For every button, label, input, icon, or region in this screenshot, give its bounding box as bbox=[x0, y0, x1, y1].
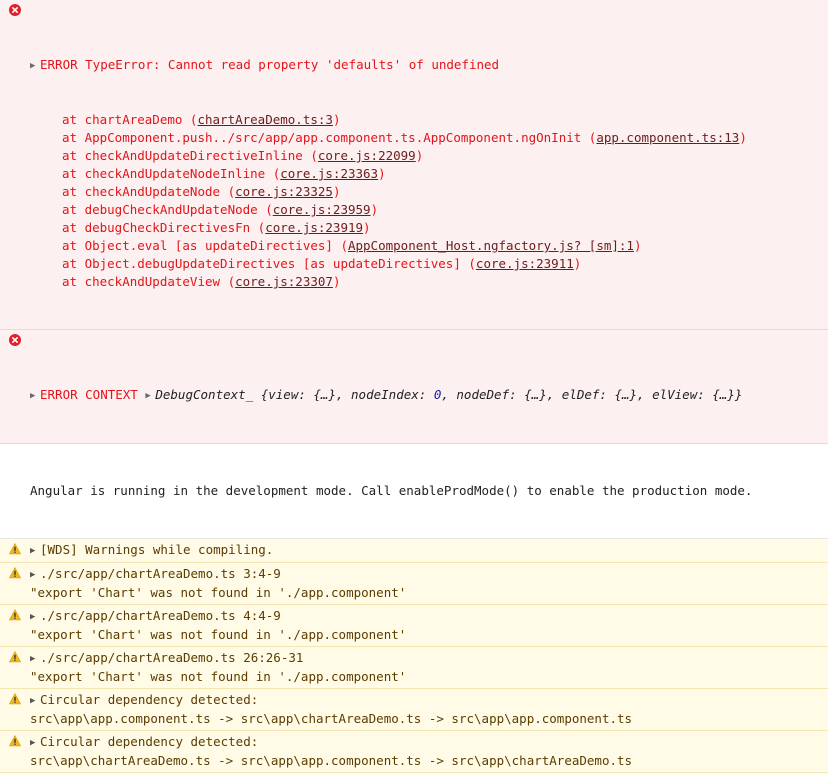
stack-frame-close: ) bbox=[573, 256, 582, 271]
stack-frame-close: ) bbox=[378, 166, 386, 181]
stack-frame-source-link[interactable]: AppComponent_Host.ngfactory.js? [sm]:1 bbox=[348, 238, 634, 253]
warning-title: [WDS] Warnings while compiling. bbox=[40, 542, 274, 557]
expand-triangle-icon[interactable]: ▶ bbox=[145, 387, 155, 405]
warning-title: Circular dependency detected: bbox=[40, 692, 259, 707]
warning-message[interactable]: ▶ ./src/app/chartAreaDemo.ts 26:26-31 "exp… bbox=[0, 647, 828, 689]
stack-frame-text: at checkAndUpdateNodeInline ( bbox=[62, 166, 281, 181]
error-message-context[interactable]: ▶ ERROR CONTEXT ▶ DebugContext_ {view: {…}… bbox=[0, 330, 828, 444]
warnings-list: ▶ [WDS] Warnings while compiling. ▶ ./src/a… bbox=[0, 539, 828, 773]
stack-frame: at Object.debugUpdateDirectives [as upda… bbox=[30, 255, 822, 273]
warning-message[interactable]: ▶ Circular dependency detected: src\app\ch… bbox=[0, 731, 828, 773]
stack-frame: at debugCheckDirectivesFn (core.js:23919… bbox=[30, 219, 822, 237]
warning-message[interactable]: ▶ Circular dependency detected: src\app\ap… bbox=[0, 689, 828, 731]
expand-triangle-icon[interactable]: ▶ bbox=[30, 542, 40, 560]
stack-frame-text: at AppComponent.push../src/app/app.compo… bbox=[62, 130, 597, 145]
info-message: Angular is running in the development mo… bbox=[0, 444, 828, 539]
warning-title: Circular dependency detected: bbox=[40, 734, 259, 749]
stack-frame: at checkAndUpdateView (core.js:23307) bbox=[30, 273, 822, 291]
expand-triangle-icon[interactable]: ▶ bbox=[30, 387, 40, 405]
warning-detail: src\app\chartAreaDemo.ts -> src\app\app.… bbox=[30, 753, 633, 768]
stack-frame-source-link[interactable]: core.js:23919 bbox=[265, 220, 363, 235]
expand-triangle-icon[interactable]: ▶ bbox=[30, 692, 40, 710]
stack-frame-source-link[interactable]: core.js:23363 bbox=[280, 166, 378, 181]
stack-frame-close: ) bbox=[370, 202, 379, 217]
console-messages: ▶ ERROR TypeError: Cannot read property '… bbox=[0, 0, 828, 773]
stack-frame-source-link[interactable]: chartAreaDemo.ts:3 bbox=[197, 112, 332, 127]
stack-frame: at Object.eval [as updateDirectives] (Ap… bbox=[30, 237, 822, 255]
stack-frame: at checkAndUpdateNode (core.js:23325) bbox=[30, 183, 822, 201]
stack-frame-source-link[interactable]: core.js:22099 bbox=[318, 148, 416, 163]
warning-title: ./src/app/chartAreaDemo.ts 4:4-9 bbox=[40, 608, 281, 623]
expand-triangle-icon[interactable]: ▶ bbox=[30, 566, 40, 584]
stack-frame-close: ) bbox=[332, 184, 341, 199]
warning-triangle-icon bbox=[9, 651, 21, 663]
error-circle-icon bbox=[9, 334, 21, 346]
warning-triangle-icon bbox=[9, 543, 21, 555]
stack-frame: at AppComponent.push../src/app/app.compo… bbox=[30, 129, 822, 147]
stack-frame-text: at checkAndUpdateDirectiveInline ( bbox=[62, 148, 318, 163]
warning-triangle-icon bbox=[9, 735, 21, 747]
stack-frame-source-link[interactable]: core.js:23325 bbox=[235, 184, 333, 199]
stack-frame: at chartAreaDemo (chartAreaDemo.ts:3) bbox=[30, 111, 822, 129]
debug-context-object[interactable]: {view: {…}, nodeIndex: 0, nodeDef: {…}, … bbox=[253, 387, 743, 402]
warning-message[interactable]: ▶ [WDS] Warnings while compiling. bbox=[0, 539, 828, 563]
stack-frame-source-link[interactable]: core.js:23911 bbox=[476, 256, 574, 271]
stack-frame-text: at Object.eval [as updateDirectives] ( bbox=[62, 238, 348, 253]
debug-context-name[interactable]: DebugContext_ bbox=[155, 387, 253, 402]
stack-frame-close: ) bbox=[332, 112, 341, 127]
expand-triangle-icon[interactable]: ▶ bbox=[30, 57, 40, 75]
stack-frame-source-link[interactable]: core.js:23307 bbox=[235, 274, 333, 289]
warning-title: ./src/app/chartAreaDemo.ts 3:4-9 bbox=[40, 566, 281, 581]
warning-detail: "export 'Chart' was not found in './app.… bbox=[30, 585, 407, 600]
warning-triangle-icon bbox=[9, 609, 21, 621]
expand-triangle-icon[interactable]: ▶ bbox=[30, 608, 40, 626]
stack-frame-text: at debugCheckDirectivesFn ( bbox=[62, 220, 266, 235]
stack-frame: at checkAndUpdateNodeInline (core.js:233… bbox=[30, 165, 822, 183]
stack-frame-close: ) bbox=[363, 220, 371, 235]
stack-frame-close: ) bbox=[332, 274, 341, 289]
warning-message[interactable]: ▶ ./src/app/chartAreaDemo.ts 3:4-9 "export… bbox=[0, 563, 828, 605]
stack-frame-close: ) bbox=[739, 130, 747, 145]
error-circle-icon bbox=[9, 4, 21, 16]
expand-triangle-icon[interactable]: ▶ bbox=[30, 734, 40, 752]
warning-triangle-icon bbox=[9, 693, 21, 705]
stack-frame: at checkAndUpdateDirectiveInline (core.j… bbox=[30, 147, 822, 165]
error-message-typeerror[interactable]: ▶ ERROR TypeError: Cannot read property '… bbox=[0, 0, 828, 330]
stack-frame: at debugCheckAndUpdateNode (core.js:2395… bbox=[30, 201, 822, 219]
warning-detail: "export 'Chart' was not found in './app.… bbox=[30, 627, 407, 642]
stack-frame-text: at debugCheckAndUpdateNode ( bbox=[62, 202, 273, 217]
warning-triangle-icon bbox=[9, 567, 21, 579]
stack-frame-text: at checkAndUpdateNode ( bbox=[62, 184, 236, 199]
error-text: ERROR TypeError: Cannot read property 'd… bbox=[40, 57, 500, 72]
stack-trace: at chartAreaDemo (chartAreaDemo.ts:3) at … bbox=[30, 111, 822, 291]
warning-detail: "export 'Chart' was not found in './app.… bbox=[30, 669, 407, 684]
warning-title: ./src/app/chartAreaDemo.ts 26:26-31 bbox=[40, 650, 304, 665]
stack-frame-source-link[interactable]: app.component.ts:13 bbox=[596, 130, 739, 145]
info-text: Angular is running in the development mo… bbox=[30, 483, 753, 498]
error-context-label: ERROR CONTEXT bbox=[40, 387, 146, 402]
stack-frame-text: at chartAreaDemo ( bbox=[62, 112, 198, 127]
warning-message[interactable]: ▶ ./src/app/chartAreaDemo.ts 4:4-9 "export… bbox=[0, 605, 828, 647]
stack-frame-text: at checkAndUpdateView ( bbox=[62, 274, 236, 289]
stack-frame-close: ) bbox=[415, 148, 424, 163]
stack-frame-source-link[interactable]: core.js:23959 bbox=[273, 202, 371, 217]
expand-triangle-icon[interactable]: ▶ bbox=[30, 650, 40, 668]
stack-frame-close: ) bbox=[633, 238, 642, 253]
warning-detail: src\app\app.component.ts -> src\app\char… bbox=[30, 711, 633, 726]
stack-frame-text: at Object.debugUpdateDirectives [as upda… bbox=[62, 256, 476, 271]
